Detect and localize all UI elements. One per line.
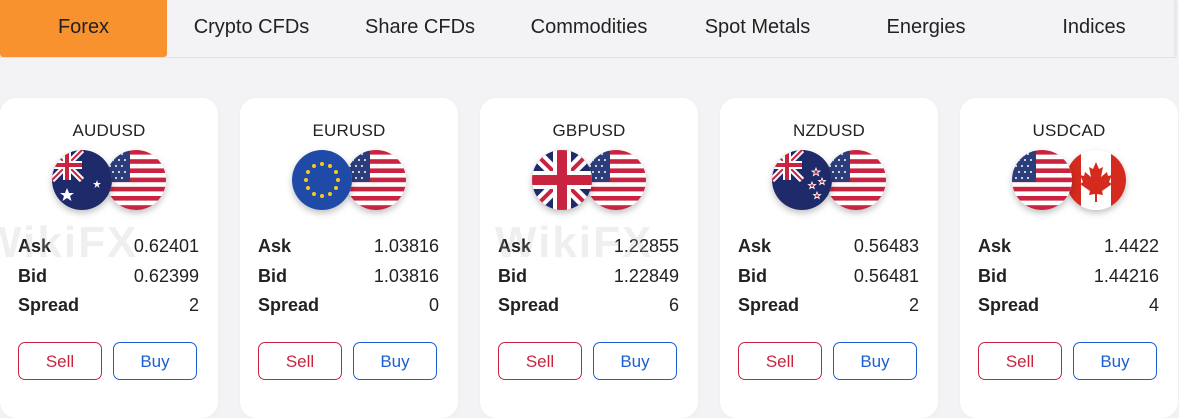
bid-value: 1.22849 (613, 266, 679, 286)
tab-forex[interactable]: Forex (0, 0, 167, 57)
ask-value: 1.03816 (373, 236, 439, 256)
tab-crypto-cfds[interactable]: Crypto CFDs (167, 0, 336, 57)
spread-label: Spread (498, 295, 560, 315)
spread-value: 2 (908, 295, 919, 315)
sell-button[interactable]: Sell (978, 342, 1062, 380)
pair-name: AUDUSD (72, 121, 146, 140)
bid-value: 1.44216 (1093, 266, 1159, 286)
currency-flags (772, 150, 886, 212)
bid-label: Bid (978, 266, 1007, 286)
bid-row: Bid 0.56481 (738, 266, 919, 290)
buy-button[interactable]: Buy (593, 342, 677, 380)
tab-indices[interactable]: Indices (1011, 0, 1177, 57)
tabs-edge (1174, 0, 1177, 57)
ask-value: 0.56483 (853, 236, 919, 256)
currency-flags (532, 150, 646, 212)
bid-row: Bid 1.44216 (978, 266, 1159, 290)
spread-label: Spread (18, 295, 80, 315)
pair-name: GBPUSD (552, 121, 626, 140)
instrument-card-eurusd: EURUSD Ask 1.03816 Bid 1.03816 Spread 0 Sel… (240, 98, 458, 418)
bid-value: 0.62399 (133, 266, 199, 286)
ask-label: Ask (18, 236, 52, 256)
ask-label: Ask (258, 236, 292, 256)
bid-label: Bid (258, 266, 287, 286)
ask-value: 1.22855 (613, 236, 679, 256)
instrument-card-audusd: AUDUSD Ask 0.62401 Bid 0.62399 Spread 2 Sel… (0, 98, 218, 418)
bid-value: 1.03816 (373, 266, 439, 286)
spread-row: Spread 6 (498, 295, 679, 319)
uk-flag-icon (532, 150, 592, 210)
usa-flag-icon (826, 150, 886, 210)
market-tabs: Forex Crypto CFDs Share CFDs Commodities… (0, 0, 1177, 58)
instrument-card-gbpusd: GBPUSD Ask 1.22855 Bid 1.22849 Spread 6 Sel… (480, 98, 698, 418)
spread-label: Spread (978, 295, 1040, 315)
usa-flag-icon (106, 150, 166, 210)
canada-flag-icon (1066, 150, 1126, 210)
spread-row: Spread 0 (258, 295, 439, 319)
pair-name: EURUSD (312, 121, 386, 140)
tab-share-cfds[interactable]: Share CFDs (336, 0, 504, 57)
buy-button[interactable]: Buy (833, 342, 917, 380)
currency-flags (1012, 150, 1126, 212)
ask-row: Ask 0.56483 (738, 236, 919, 260)
currency-flags (292, 150, 406, 212)
bid-row: Bid 1.03816 (258, 266, 439, 290)
ask-label: Ask (738, 236, 772, 256)
australia-flag-icon (52, 150, 112, 210)
bid-label: Bid (498, 266, 527, 286)
sell-button[interactable]: Sell (498, 342, 582, 380)
bid-row: Bid 0.62399 (18, 266, 199, 290)
bid-label: Bid (738, 266, 767, 286)
pair-name: USDCAD (1032, 121, 1106, 140)
spread-value: 6 (668, 295, 679, 315)
sell-button[interactable]: Sell (738, 342, 822, 380)
ask-label: Ask (498, 236, 532, 256)
ask-row: Ask 1.4422 (978, 236, 1159, 260)
spread-row: Spread 2 (18, 295, 199, 319)
buy-button[interactable]: Buy (353, 342, 437, 380)
eu-flag-icon (292, 150, 352, 210)
instrument-card-nzdusd: NZDUSD Ask 0.56483 Bid 0.56481 Spread 2 Sel… (720, 98, 938, 418)
buy-button[interactable]: Buy (1073, 342, 1157, 380)
ask-row: Ask 1.22855 (498, 236, 679, 260)
usa-flag-icon (1012, 150, 1072, 210)
spread-value: 4 (1148, 295, 1159, 315)
ask-label: Ask (978, 236, 1012, 256)
spread-value: 2 (188, 295, 199, 315)
ask-value: 0.62401 (133, 236, 199, 256)
ask-row: Ask 0.62401 (18, 236, 199, 260)
spread-row: Spread 4 (978, 295, 1159, 319)
tab-spot-metals[interactable]: Spot Metals (674, 0, 841, 57)
usa-flag-icon (346, 150, 406, 210)
spread-label: Spread (258, 295, 320, 315)
new-zealand-flag-icon (772, 150, 832, 210)
spread-value: 0 (428, 295, 439, 315)
usa-flag-icon (586, 150, 646, 210)
spread-label: Spread (738, 295, 800, 315)
spread-row: Spread 2 (738, 295, 919, 319)
sell-button[interactable]: Sell (258, 342, 342, 380)
ask-value: 1.4422 (1103, 236, 1159, 256)
tab-commodities[interactable]: Commodities (504, 0, 674, 57)
tab-energies[interactable]: Energies (841, 0, 1011, 57)
pair-name: NZDUSD (792, 121, 866, 140)
ask-row: Ask 1.03816 (258, 236, 439, 260)
sell-button[interactable]: Sell (18, 342, 102, 380)
instrument-card-usdcad: USDCAD Ask 1.4422 Bid 1.44216 Spread 4 Sell… (960, 98, 1178, 418)
currency-flags (52, 150, 166, 212)
bid-row: Bid 1.22849 (498, 266, 679, 290)
bid-value: 0.56481 (853, 266, 919, 286)
bid-label: Bid (18, 266, 47, 286)
buy-button[interactable]: Buy (113, 342, 197, 380)
